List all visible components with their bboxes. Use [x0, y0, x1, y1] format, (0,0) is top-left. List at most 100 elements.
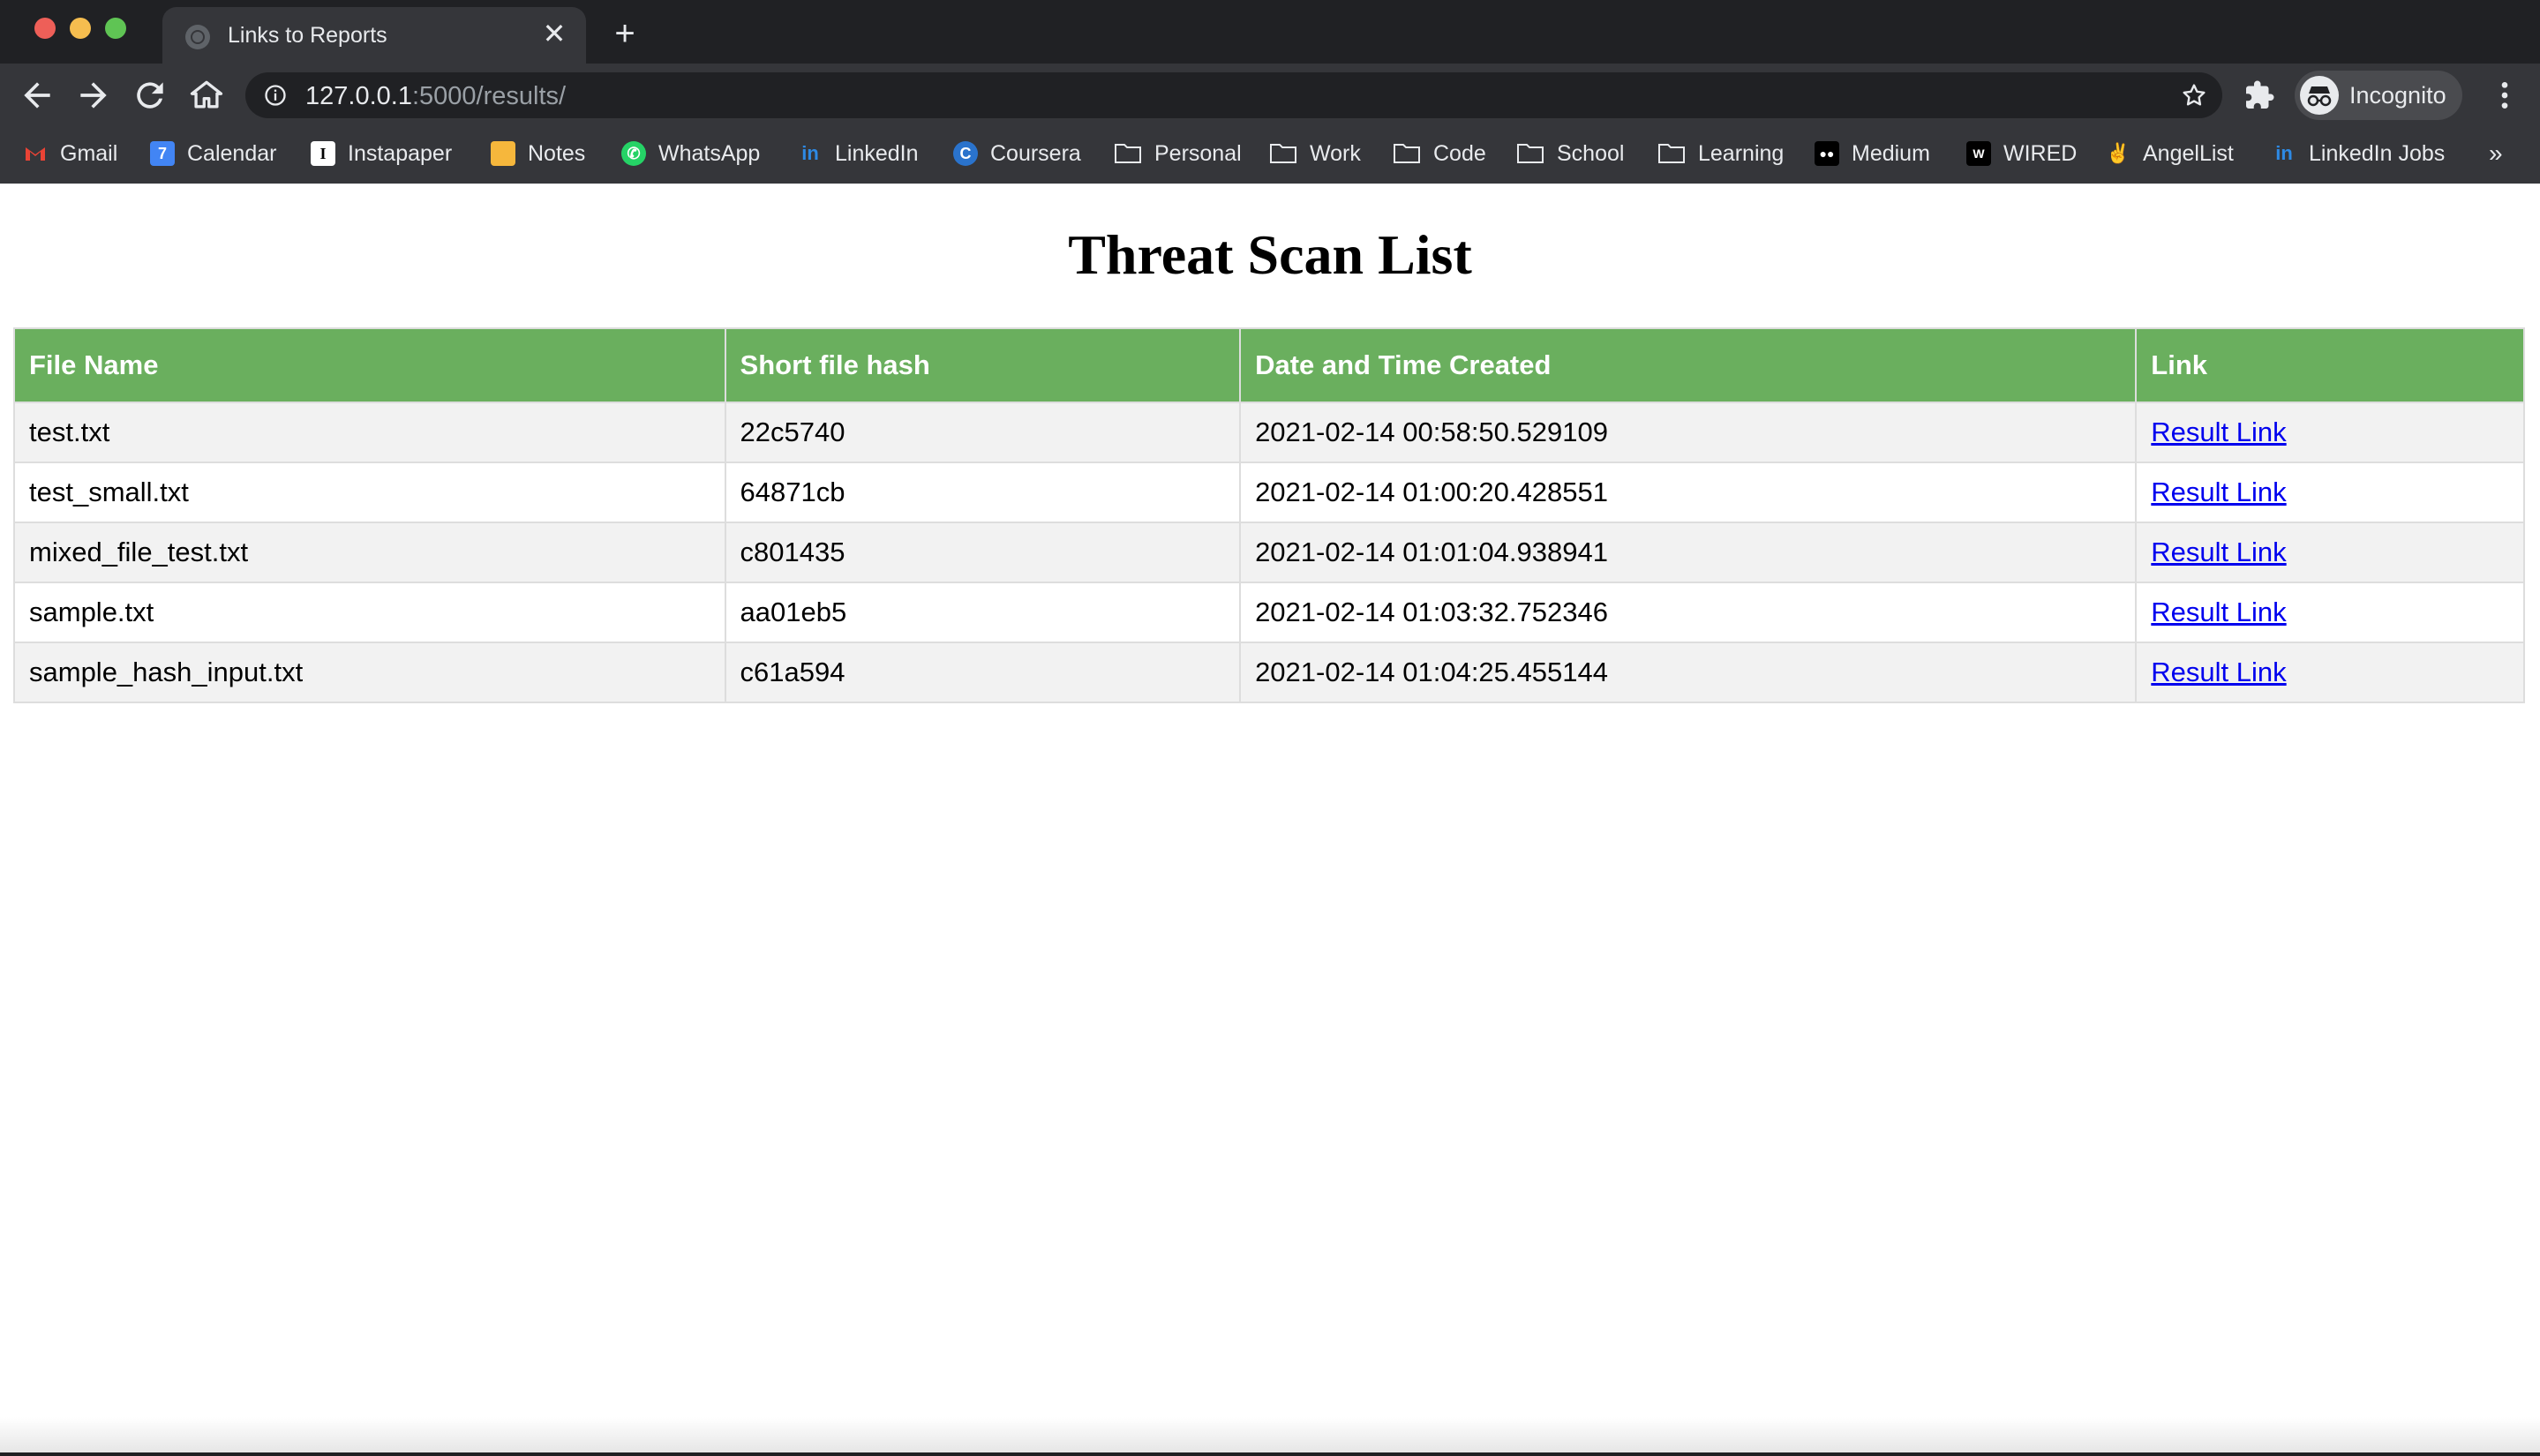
bookmark-calendar[interactable]: 7 Calendar	[150, 136, 276, 171]
extensions-icon[interactable]	[2243, 79, 2275, 111]
bookmark-angellist[interactable]: ✌ AngelList	[2106, 136, 2234, 171]
table-row: test.txt 22c5740 2021-02-14 00:58:50.529…	[13, 402, 2525, 463]
file-name-cell: test.txt	[13, 402, 726, 463]
bookmark-label: Calendar	[187, 140, 277, 166]
bookmark-coursera[interactable]: C Coursera	[953, 136, 1081, 171]
folder-icon	[1658, 144, 1685, 163]
bookmark-label: Learning	[1698, 140, 1785, 166]
bookmark-label: Code	[1433, 140, 1486, 166]
bookmark-wired[interactable]: W WIRED	[1966, 136, 2077, 171]
bookmark-folder-learning[interactable]: Learning	[1657, 136, 1784, 171]
bookmark-label: Gmail	[60, 140, 118, 166]
browser-toolbar: 127.0.0.1:5000/results/ Incognito	[0, 64, 2540, 127]
incognito-icon	[2300, 76, 2339, 115]
table-row: sample.txt aa01eb5 2021-02-14 01:03:32.7…	[13, 582, 2525, 643]
results-table: File Name Short file hash Date and Time …	[13, 327, 2525, 703]
column-header-short-hash: Short file hash	[724, 327, 1242, 403]
whatsapp-icon: ✆	[621, 141, 646, 166]
tab-strip: Links to Reports ✕ +	[0, 0, 2540, 64]
bookmark-label: Coursera	[990, 140, 1081, 166]
bookmark-linkedin[interactable]: in LinkedIn	[798, 136, 919, 171]
link-cell: Result Link	[2135, 522, 2525, 583]
bookmark-folder-work[interactable]: Work	[1269, 136, 1361, 171]
window-close-button[interactable]	[34, 18, 56, 39]
forward-icon[interactable]	[74, 76, 113, 115]
folder-icon	[1394, 144, 1420, 163]
folder-icon	[1115, 144, 1141, 163]
bookmark-label: Notes	[528, 140, 586, 166]
incognito-profile-button[interactable]: Incognito	[2295, 71, 2462, 120]
address-bar[interactable]: 127.0.0.1:5000/results/	[245, 72, 2222, 118]
more-menu-icon[interactable]	[2487, 78, 2522, 113]
hash-cell: aa01eb5	[724, 582, 1242, 643]
bookmark-folder-code[interactable]: Code	[1393, 136, 1486, 171]
info-icon[interactable]	[263, 83, 288, 108]
bookmark-label: Work	[1310, 140, 1361, 166]
bookmarks-bar: Gmail 7 Calendar I Instapaper Notes ✆ Wh…	[0, 127, 2540, 184]
new-tab-button[interactable]: +	[605, 14, 644, 53]
result-link[interactable]: Result Link	[2151, 417, 2286, 447]
link-cell: Result Link	[2135, 642, 2525, 703]
bookmark-label: Personal	[1154, 140, 1242, 166]
page-title: Threat Scan List	[1068, 223, 1472, 286]
window-maximize-button[interactable]	[105, 18, 126, 39]
bookmark-whatsapp[interactable]: ✆ WhatsApp	[621, 136, 760, 171]
result-link[interactable]: Result Link	[2151, 657, 2286, 687]
tab-close-icon[interactable]: ✕	[538, 18, 570, 49]
bookmark-label: School	[1557, 140, 1625, 166]
bookmark-label: Instapaper	[348, 140, 453, 166]
home-icon[interactable]	[187, 76, 226, 115]
linkedin-icon: in	[2275, 142, 2293, 164]
bookmark-gmail[interactable]: Gmail	[23, 136, 117, 171]
wired-icon: W	[1966, 141, 1991, 166]
bookmark-folder-personal[interactable]: Personal	[1114, 136, 1242, 171]
created-cell: 2021-02-14 01:00:20.428551	[1239, 462, 2138, 523]
bookmark-label: WhatsApp	[658, 140, 761, 166]
page-bottom-shadow	[0, 1417, 2540, 1452]
result-link[interactable]: Result Link	[2151, 597, 2286, 627]
table-row: test_small.txt 64871cb 2021-02-14 01:00:…	[13, 462, 2525, 523]
result-link[interactable]: Result Link	[2151, 537, 2286, 567]
bookmark-medium[interactable]: ●● Medium	[1815, 136, 1930, 171]
url-text: 127.0.0.1:5000/results/	[305, 82, 566, 111]
bookmark-label: LinkedIn	[835, 140, 919, 166]
bookmark-linkedin-jobs[interactable]: in LinkedIn Jobs	[2272, 136, 2445, 171]
coursera-icon: C	[953, 141, 978, 166]
folder-icon	[1270, 144, 1296, 163]
created-cell: 2021-02-14 01:01:04.938941	[1239, 522, 2138, 583]
bookmark-label: AngelList	[2143, 140, 2234, 166]
table-header-row: File Name Short file hash Date and Time …	[13, 327, 2525, 403]
gmail-icon	[26, 147, 45, 161]
bookmark-folder-school[interactable]: School	[1516, 136, 1624, 171]
created-cell: 2021-02-14 01:03:32.752346	[1239, 582, 2138, 643]
link-cell: Result Link	[2135, 402, 2525, 463]
reload-icon[interactable]	[131, 76, 169, 115]
browser-tab[interactable]: Links to Reports ✕	[162, 7, 586, 64]
window-minimize-button[interactable]	[70, 18, 91, 39]
calendar-icon: 7	[150, 141, 175, 166]
file-name-cell: sample.txt	[13, 582, 726, 643]
link-cell: Result Link	[2135, 462, 2525, 523]
file-name-cell: test_small.txt	[13, 462, 726, 523]
hash-cell: c61a594	[724, 642, 1242, 703]
profile-label: Incognito	[2349, 82, 2446, 109]
table-row: sample_hash_input.txt c61a594 2021-02-14…	[13, 642, 2525, 703]
result-link[interactable]: Result Link	[2151, 477, 2286, 507]
table-row: mixed_file_test.txt c801435 2021-02-14 0…	[13, 522, 2525, 583]
bookmark-notes[interactable]: Notes	[491, 136, 585, 171]
file-name-cell: mixed_file_test.txt	[13, 522, 726, 583]
back-icon[interactable]	[18, 76, 56, 115]
bookmark-instapaper[interactable]: I Instapaper	[311, 136, 452, 171]
window-bottom-edge	[0, 1452, 2540, 1456]
page-content: Threat Scan List File Name Short file ha…	[0, 184, 2540, 1452]
tab-title: Links to Reports	[228, 23, 387, 48]
medium-icon: ●●	[1815, 141, 1839, 166]
folder-icon	[1517, 144, 1544, 163]
created-cell: 2021-02-14 00:58:50.529109	[1239, 402, 2138, 463]
bookmark-star-icon[interactable]	[2180, 81, 2208, 109]
bookmarks-overflow-button[interactable]: »	[2489, 139, 2503, 168]
link-cell: Result Link	[2135, 582, 2525, 643]
created-cell: 2021-02-14 01:04:25.455144	[1239, 642, 2138, 703]
file-name-cell: sample_hash_input.txt	[13, 642, 726, 703]
bookmark-label: WIRED	[2003, 140, 2078, 166]
